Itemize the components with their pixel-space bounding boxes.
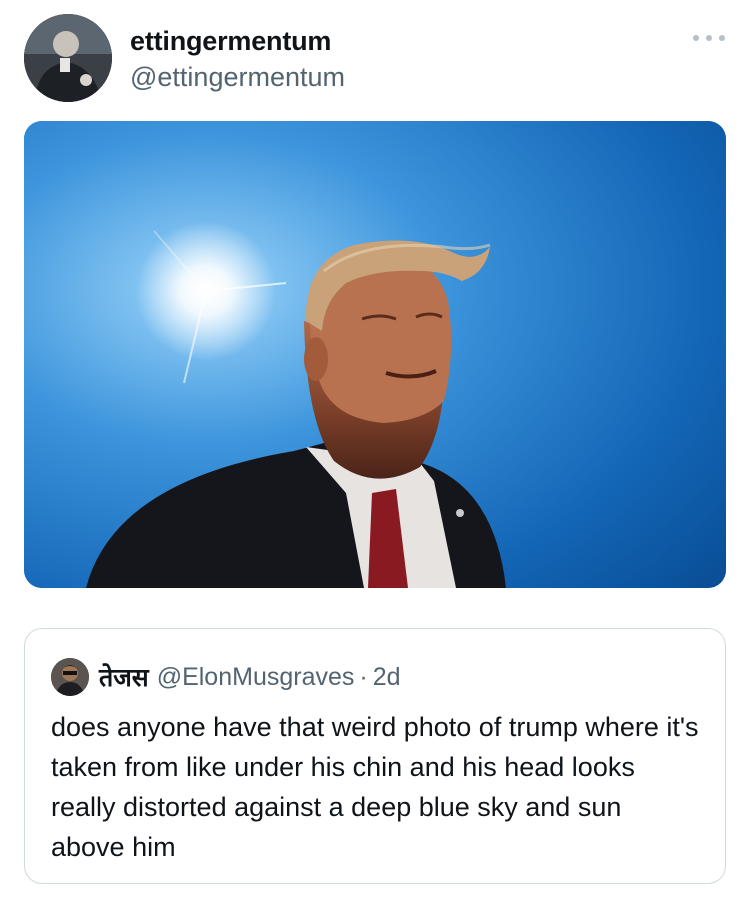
- photo-image: [24, 121, 726, 588]
- quoted-avatar-image: [51, 658, 89, 696]
- dot: [706, 35, 712, 41]
- quoted-author-display-name[interactable]: तेजस: [99, 660, 149, 694]
- dot: [719, 35, 725, 41]
- quoted-author-avatar[interactable]: [51, 658, 89, 696]
- more-options-icon[interactable]: [693, 28, 725, 48]
- dot: [693, 35, 699, 41]
- tweet: ettingermentum @ettingermentum तेजस @Elo…: [0, 0, 749, 901]
- quoted-tweet[interactable]: तेजस @ElonMusgraves · 2d does anyone hav…: [24, 628, 726, 884]
- quoted-author-handle[interactable]: @ElonMusgraves: [157, 663, 355, 692]
- author-display-name[interactable]: ettingermentum: [130, 26, 331, 57]
- author-handle[interactable]: @ettingermentum: [130, 62, 345, 93]
- tweet-photo[interactable]: [24, 121, 726, 588]
- separator-dot: ·: [359, 662, 368, 691]
- avatar-image: [24, 14, 112, 102]
- tweet-header: ettingermentum @ettingermentum: [24, 14, 725, 104]
- quoted-tweet-timestamp[interactable]: 2d: [373, 663, 401, 692]
- quoted-tweet-header: तेजस @ElonMusgraves · 2d: [51, 657, 401, 697]
- author-avatar[interactable]: [24, 14, 112, 102]
- quoted-tweet-text: does anyone have that weird photo of tru…: [51, 712, 699, 862]
